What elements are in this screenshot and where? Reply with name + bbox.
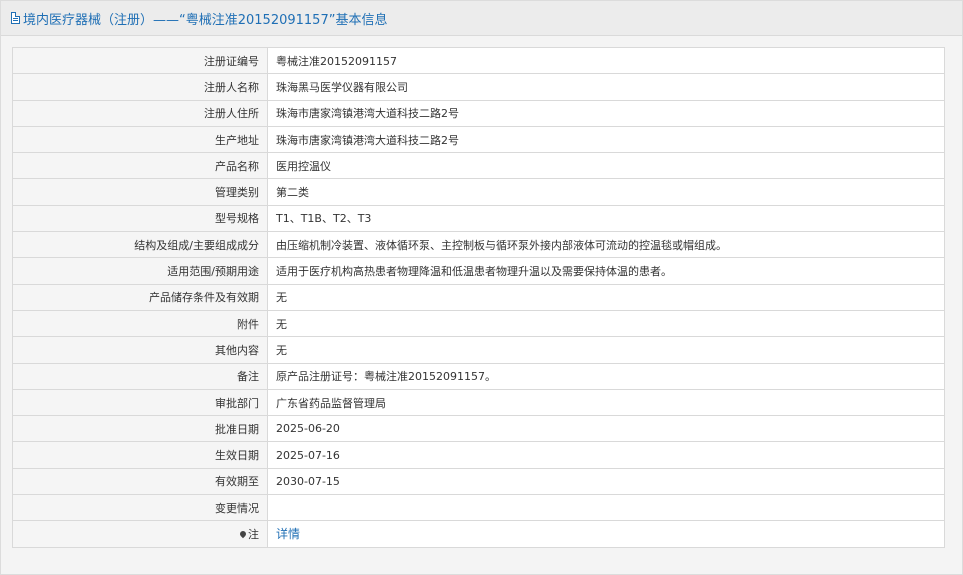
row-label: 注册人名称 xyxy=(12,73,268,101)
page-title: 境内医疗器械（注册）——“粤械注准20152091157”基本信息 xyxy=(23,12,388,28)
table-row: 备注 原产品注册证号：粤械注准20152091157。 xyxy=(12,362,945,390)
row-label: 注册证编号 xyxy=(12,46,268,75)
note-value-cell: 详情 xyxy=(267,520,945,548)
table-row: 注册证编号 粤械注准20152091157 xyxy=(12,46,945,75)
note-row: 注 详情 xyxy=(12,520,945,548)
table-row: 审批部门 广东省药品监督管理局 xyxy=(12,388,945,417)
table-row: 其他内容无 xyxy=(12,336,945,364)
row-label: 其他内容 xyxy=(12,336,268,364)
table-row: 生产地址 珠海市唐家湾镇港湾大道科技二路2号 xyxy=(12,125,945,154)
row-label: 变更情况 xyxy=(12,494,268,522)
row-label: 审批部门 xyxy=(12,388,268,417)
row-label: 管理类别 xyxy=(12,178,268,206)
row-value: 适用于医疗机构高热患者物理降温和低温患者物理升温以及需要保持体温的患者。 xyxy=(267,257,945,285)
row-value: 珠海市唐家湾镇港湾大道科技二路2号 xyxy=(267,99,945,127)
info-table-wrap: 注册证编号 粤械注准20152091157 注册人名称 珠海黑马医学仪器有限公司 注… xyxy=(12,46,945,548)
row-value: 2025-07-16 xyxy=(267,441,945,469)
row-value: 珠海黑马医学仪器有限公司 xyxy=(267,73,945,101)
table-row: 附件无 xyxy=(12,309,945,338)
row-value: 无 xyxy=(267,283,945,311)
table-row: 生效日期 2025-07-16 xyxy=(12,441,945,469)
row-value: 广东省药品监督管理局 xyxy=(267,388,945,417)
table-row: 适用范围/预期用途 适用于医疗机构高热患者物理降温和低温患者物理升温以及需要保持体… xyxy=(12,257,945,285)
table-row: 批准日期 2025-06-20 xyxy=(12,415,945,443)
table-row: 产品名称 医用控温仪 xyxy=(12,152,945,180)
document-icon xyxy=(11,12,20,24)
row-label: 有效期至 xyxy=(12,467,268,496)
row-value: T1、T1B、T2、T3 xyxy=(267,204,945,233)
note-label: 注 xyxy=(248,527,259,541)
panel-header: 境内医疗器械（注册）——“粤械注准20152091157”基本信息 xyxy=(1,1,962,36)
row-value: 医用控温仪 xyxy=(267,152,945,180)
row-label: 适用范围/预期用途 xyxy=(12,257,268,285)
info-table: 注册证编号 粤械注准20152091157 注册人名称 珠海黑马医学仪器有限公司 注… xyxy=(12,46,945,548)
row-value: 2025-06-20 xyxy=(267,415,945,443)
table-row: 有效期至 2030-07-15 xyxy=(12,467,945,496)
row-label: 备注 xyxy=(12,362,268,390)
row-value: 无 xyxy=(267,336,945,364)
row-value: 珠海市唐家湾镇港湾大道科技二路2号 xyxy=(267,125,945,154)
row-label: 生产地址 xyxy=(12,125,268,154)
row-value: 粤械注准20152091157 xyxy=(267,46,945,75)
row-value: 2030-07-15 xyxy=(267,467,945,496)
row-label: 生效日期 xyxy=(12,441,268,469)
table-row: 注册人住所 珠海市唐家湾镇港湾大道科技二路2号 xyxy=(12,99,945,127)
table-row: 结构及组成/主要组成成分 由压缩机制冷装置、液体循环泵、主控制板与循环泵外接内部液… xyxy=(12,231,945,259)
table-row: 产品储存条件及有效期无 xyxy=(12,283,945,311)
table-row: 变更情况 xyxy=(12,494,945,522)
table-row: 管理类别 第二类 xyxy=(12,178,945,206)
detail-panel: 境内医疗器械（注册）——“粤械注准20152091157”基本信息 注册证编号粤… xyxy=(0,0,963,575)
row-value: 原产品注册证号：粤械注准20152091157。 xyxy=(267,362,945,390)
row-label: 批准日期 xyxy=(12,415,268,443)
row-value xyxy=(267,494,945,522)
row-label: 附件 xyxy=(12,309,268,338)
row-label: 产品储存条件及有效期 xyxy=(12,283,268,311)
row-label: 注册人住所 xyxy=(12,99,268,127)
row-value: 由压缩机制冷装置、液体循环泵、主控制板与循环泵外接内部液体可流动的控温毯或帽组成… xyxy=(267,231,945,259)
table-row: 注册人名称 珠海黑马医学仪器有限公司 xyxy=(12,73,945,101)
table-row: 型号规格 T1、T1B、T2、T3 xyxy=(12,204,945,233)
row-label: 结构及组成/主要组成成分 xyxy=(12,231,268,259)
row-value: 第二类 xyxy=(267,178,945,206)
row-value: 无 xyxy=(267,309,945,338)
note-label-cell: 注 xyxy=(12,520,268,548)
row-label: 型号规格 xyxy=(12,204,268,233)
details-link[interactable]: 详情 xyxy=(276,527,300,541)
row-label: 产品名称 xyxy=(12,152,268,180)
pin-icon xyxy=(238,529,248,539)
